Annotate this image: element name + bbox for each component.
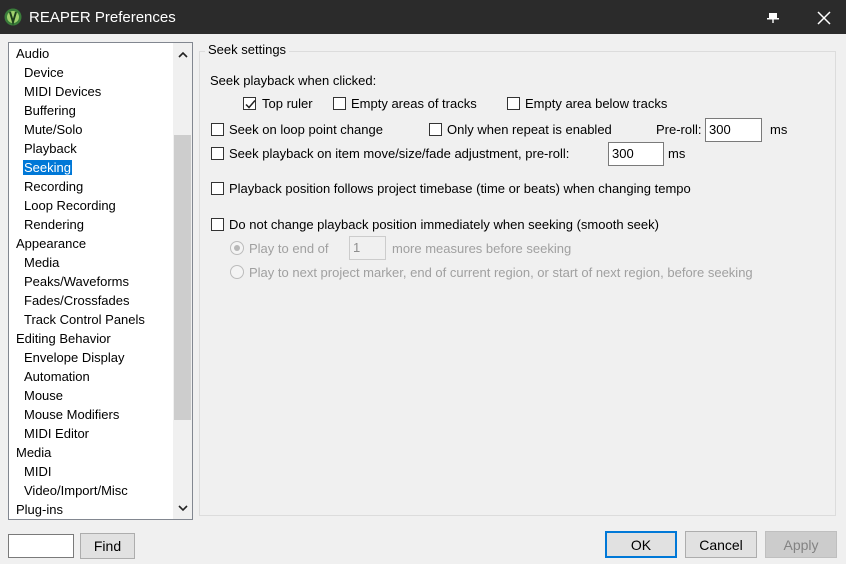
- tree-item-label: Buffering: [24, 103, 76, 118]
- tree-item-label: Audio: [16, 46, 50, 61]
- next-marker-radio[interactable]: [230, 265, 244, 279]
- tree-item-midi[interactable]: MIDI: [9, 462, 173, 481]
- tree-item-label: MIDI Editor: [24, 426, 90, 441]
- tree-item-track-control-panels[interactable]: Track Control Panels: [9, 310, 173, 329]
- tree-item-mouse-modifiers[interactable]: Mouse Modifiers: [9, 405, 173, 424]
- only-repeat-label: Only when repeat is enabled: [447, 122, 612, 137]
- group-title: Seek settings: [205, 42, 290, 57]
- pin-icon[interactable]: [766, 10, 780, 24]
- measures-label: more measures before seeking: [392, 241, 572, 256]
- tree-item-label: MIDI Devices: [24, 84, 102, 99]
- play-to-end-radio[interactable]: [230, 241, 244, 255]
- ok-button[interactable]: OK: [605, 531, 677, 558]
- tree-item-buffering[interactable]: Buffering: [9, 101, 173, 120]
- tree-item-label: Video/Import/Misc: [24, 483, 128, 498]
- apply-button[interactable]: Apply: [765, 531, 837, 558]
- window-title: REAPER Preferences: [29, 9, 176, 26]
- preroll-label: Pre-roll:: [656, 122, 702, 137]
- seek-clicked-label: Seek playback when clicked:: [210, 73, 377, 88]
- tree-item-rendering[interactable]: Rendering: [9, 215, 173, 234]
- tree-scrollbar[interactable]: [173, 43, 192, 519]
- scroll-up-button[interactable]: [173, 45, 192, 63]
- empty-area-below-checkbox[interactable]: [507, 97, 520, 110]
- tree-item-appearance[interactable]: Appearance: [9, 234, 173, 253]
- scroll-thumb[interactable]: [174, 135, 191, 420]
- tree-item-label: Mute/Solo: [24, 122, 83, 137]
- tree-item-label: MIDI: [24, 464, 52, 479]
- tree-item-device[interactable]: Device: [9, 63, 173, 82]
- measures-input[interactable]: 1: [349, 236, 386, 260]
- find-button[interactable]: Find: [80, 533, 135, 559]
- tree-item-label: Fades/Crossfades: [24, 293, 130, 308]
- smooth-seek-checkbox[interactable]: [211, 218, 224, 231]
- tree-item-automation[interactable]: Automation: [9, 367, 173, 386]
- tree-item-label: Automation: [24, 369, 90, 384]
- item-preroll-unit: ms: [668, 146, 686, 161]
- reaper-logo-icon: [4, 8, 22, 26]
- close-icon[interactable]: [816, 10, 832, 26]
- empty-areas-tracks-label: Empty areas of tracks: [351, 96, 477, 111]
- next-marker-label: Play to next project marker, end of curr…: [249, 265, 753, 280]
- tree-item-label: Plug-ins: [16, 502, 63, 517]
- tree-item-label: Envelope Display: [24, 350, 125, 365]
- top-ruler-label: Top ruler: [262, 96, 313, 111]
- item-preroll-input[interactable]: 300: [608, 142, 664, 166]
- smooth-seek-label: Do not change playback position immediat…: [229, 217, 659, 232]
- tree-item-label: Rendering: [24, 217, 84, 232]
- chevron-down-icon: [177, 504, 188, 511]
- tree-item-seeking[interactable]: Seeking: [9, 158, 173, 177]
- tree-item-label: Peaks/Waveforms: [24, 274, 129, 289]
- cancel-button[interactable]: Cancel: [685, 531, 757, 558]
- preroll-unit: ms: [770, 122, 788, 137]
- tree-item-label: Playback: [24, 141, 77, 156]
- tree-item-audio[interactable]: Audio: [9, 44, 173, 63]
- seek-loop-point-label: Seek on loop point change: [229, 122, 383, 137]
- tree-item-midi-devices[interactable]: MIDI Devices: [9, 82, 173, 101]
- tree-item-label: Recording: [24, 179, 84, 194]
- tree-item-label: Media: [16, 445, 52, 460]
- only-repeat-checkbox[interactable]: [429, 123, 442, 136]
- seek-loop-point-checkbox[interactable]: [211, 123, 224, 136]
- timebase-label: Playback position follows project timeba…: [229, 181, 691, 196]
- category-list: Audio Device MIDI Devices Buffering Mute/Sol…: [9, 44, 173, 519]
- tree-item-label: Mouse: [24, 388, 64, 403]
- tree-item-label: Device: [24, 65, 64, 80]
- scroll-down-button[interactable]: [173, 499, 192, 517]
- tree-item-label: Media: [24, 255, 60, 270]
- tree-item-midi-editor[interactable]: MIDI Editor: [9, 424, 173, 443]
- play-to-end-label: Play to end of: [249, 241, 329, 256]
- tree-item-editing-behavior[interactable]: Editing Behavior: [9, 329, 173, 348]
- tree-item-media[interactable]: Media: [9, 253, 173, 272]
- find-input[interactable]: [8, 534, 74, 558]
- tree-item-media[interactable]: Media: [9, 443, 173, 462]
- tree-item-label: Seeking: [23, 160, 72, 175]
- tree-item-video-import-misc[interactable]: Video/Import/Misc: [9, 481, 173, 500]
- top-ruler-checkbox[interactable]: [243, 97, 256, 110]
- item-move-checkbox[interactable]: [211, 147, 224, 160]
- tree-item-envelope-display[interactable]: Envelope Display: [9, 348, 173, 367]
- checkmark-icon: [245, 100, 256, 109]
- empty-area-below-label: Empty area below tracks: [525, 96, 668, 111]
- tree-item-label: Track Control Panels: [24, 312, 145, 327]
- tree-item-playback[interactable]: Playback: [9, 139, 173, 158]
- title-bar: REAPER Preferences: [0, 0, 846, 34]
- category-tree[interactable]: Audio Device MIDI Devices Buffering Mute/Sol…: [8, 42, 193, 520]
- tree-item-label: Loop Recording: [24, 198, 116, 213]
- tree-item-mute-solo[interactable]: Mute/Solo: [9, 120, 173, 139]
- chevron-up-icon: [177, 51, 188, 58]
- tree-item-label: Appearance: [16, 236, 87, 251]
- item-move-label: Seek playback on item move/size/fade adj…: [229, 146, 570, 161]
- tree-item-recording[interactable]: Recording: [9, 177, 173, 196]
- tree-item-mouse[interactable]: Mouse: [9, 386, 173, 405]
- tree-item-loop-recording[interactable]: Loop Recording: [9, 196, 173, 215]
- preroll-input[interactable]: 300: [705, 118, 762, 142]
- tree-item-label: Editing Behavior: [16, 331, 111, 346]
- tree-item-plug-ins[interactable]: Plug-ins: [9, 500, 173, 519]
- timebase-checkbox[interactable]: [211, 182, 224, 195]
- tree-item-label: Mouse Modifiers: [24, 407, 120, 422]
- empty-areas-tracks-checkbox[interactable]: [333, 97, 346, 110]
- tree-item-peaks-waveforms[interactable]: Peaks/Waveforms: [9, 272, 173, 291]
- tree-item-fades-crossfades[interactable]: Fades/Crossfades: [9, 291, 173, 310]
